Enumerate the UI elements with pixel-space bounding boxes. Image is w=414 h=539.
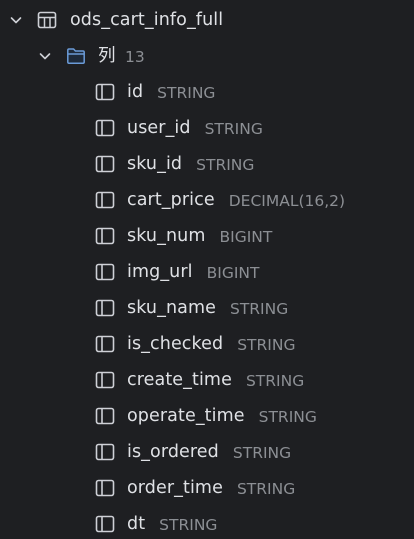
column-name: order_time xyxy=(127,478,223,498)
column-icon xyxy=(95,155,115,173)
column-item[interactable]: is_ordered STRING xyxy=(0,434,414,470)
column-name: operate_time xyxy=(127,406,245,426)
column-type: STRING xyxy=(159,516,218,534)
column-type: STRING xyxy=(245,372,305,390)
column-item[interactable]: is_checked STRING xyxy=(0,326,414,362)
column-icon xyxy=(95,515,115,533)
table-icon xyxy=(37,11,57,29)
column-type: STRING xyxy=(236,480,296,498)
column-name: sku_num xyxy=(127,226,206,246)
column-name: is_checked xyxy=(127,334,224,354)
column-icon xyxy=(95,443,115,461)
column-item[interactable]: dt STRING xyxy=(0,506,414,539)
column-type: BIGINT xyxy=(206,264,260,282)
column-name: id xyxy=(127,82,144,102)
chevron-down-icon[interactable] xyxy=(8,12,24,28)
column-icon xyxy=(95,83,115,101)
tree-node-columns-folder[interactable]: 列 13 xyxy=(0,38,414,74)
column-item[interactable]: id STRING xyxy=(0,74,414,110)
column-type: STRING xyxy=(229,300,289,318)
column-name: create_time xyxy=(127,370,232,390)
database-tree: ods_cart_info_full 列 13 id STRING user_id S… xyxy=(0,0,414,539)
column-icon xyxy=(95,263,115,281)
column-item[interactable]: sku_num BIGINT xyxy=(0,218,414,254)
column-type: STRING xyxy=(237,336,296,354)
column-name: user_id xyxy=(127,118,191,138)
column-name: sku_id xyxy=(127,154,183,174)
column-name: img_url xyxy=(127,262,193,282)
column-icon xyxy=(95,371,115,389)
column-item[interactable]: sku_id STRING xyxy=(0,146,414,182)
column-type: STRING xyxy=(258,408,317,426)
column-count: 13 xyxy=(125,48,145,66)
column-name: is_ordered xyxy=(127,442,219,462)
column-type: STRING xyxy=(204,120,263,138)
column-type: STRING xyxy=(196,156,255,174)
column-item[interactable]: create_time STRING xyxy=(0,362,414,398)
column-type: BIGINT xyxy=(219,228,273,246)
column-type: DECIMAL(16,2) xyxy=(228,192,346,210)
column-item[interactable]: img_url BIGINT xyxy=(0,254,414,290)
column-icon xyxy=(95,479,115,497)
column-item[interactable]: user_id STRING xyxy=(0,110,414,146)
column-name: dt xyxy=(127,514,146,534)
column-item[interactable]: order_time STRING xyxy=(0,470,414,506)
column-icon xyxy=(95,407,115,425)
column-name: sku_name xyxy=(127,298,216,318)
chevron-down-icon[interactable] xyxy=(37,48,53,64)
column-icon xyxy=(95,119,115,137)
folder-icon xyxy=(67,48,85,64)
column-icon xyxy=(95,191,115,209)
column-type: STRING xyxy=(157,84,216,102)
column-icon xyxy=(95,335,115,353)
column-icon xyxy=(95,299,115,317)
tree-node-table[interactable]: ods_cart_info_full xyxy=(0,2,414,38)
column-type: STRING xyxy=(232,444,292,462)
column-item[interactable]: sku_name STRING xyxy=(0,290,414,326)
folder-label: 列 xyxy=(98,46,116,66)
column-item[interactable]: operate_time STRING xyxy=(0,398,414,434)
column-name: cart_price xyxy=(127,190,215,210)
column-item[interactable]: cart_price DECIMAL(16,2) xyxy=(0,182,414,218)
column-icon xyxy=(95,227,115,245)
table-name: ods_cart_info_full xyxy=(70,10,224,30)
